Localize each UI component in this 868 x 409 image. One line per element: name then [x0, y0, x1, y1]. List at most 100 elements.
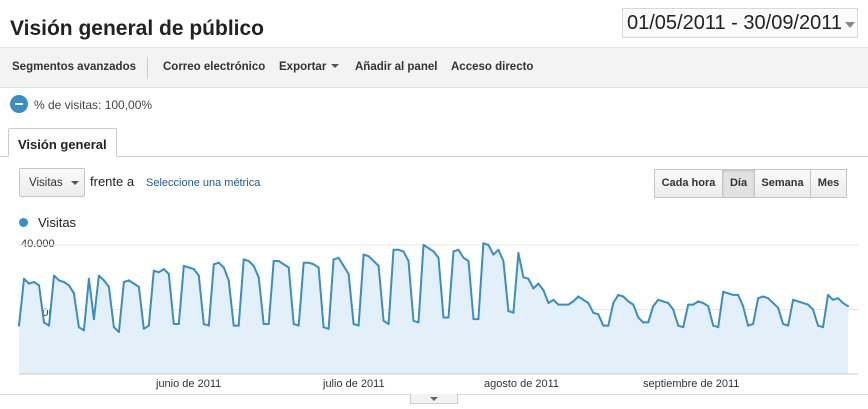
data-point: [312, 263, 315, 266]
data-point: [277, 260, 280, 262]
data-point: [182, 264, 185, 267]
data-point: [72, 292, 75, 295]
data-point: [347, 273, 350, 275]
data-point: [117, 331, 120, 333]
data-point: [682, 326, 685, 329]
data-point: [777, 306, 780, 309]
data-point: [162, 268, 165, 271]
month-button[interactable]: Mes: [810, 169, 847, 198]
data-point: [512, 311, 515, 314]
data-point: [342, 264, 345, 267]
data-point: [782, 323, 785, 325]
data-point: [507, 310, 510, 313]
data-point: [43, 321, 45, 324]
data-point: [437, 256, 440, 259]
compare-label: frente a: [90, 174, 135, 189]
data-point: [577, 295, 580, 298]
export-button[interactable]: Exportar: [279, 61, 340, 73]
data-point: [447, 316, 450, 319]
data-point: [107, 285, 110, 288]
data-point: [792, 298, 795, 301]
day-button[interactable]: Día: [722, 169, 755, 198]
week-button[interactable]: Semana: [754, 169, 811, 198]
data-point: [702, 302, 705, 304]
segment-pie-icon[interactable]: [10, 95, 28, 113]
chart-area: [18, 242, 858, 375]
data-point: [427, 247, 430, 250]
data-point: [562, 303, 565, 306]
data-point: [102, 279, 105, 282]
data-point: [352, 323, 355, 325]
data-point: [837, 297, 839, 300]
data-point: [497, 248, 500, 251]
data-point: [472, 318, 475, 321]
chart-resize-handle[interactable]: [410, 394, 458, 404]
data-point: [227, 279, 230, 282]
data-point: [677, 324, 680, 327]
data-point: [397, 248, 400, 251]
data-point: [122, 281, 125, 283]
data-point: [262, 323, 265, 325]
data-point: [18, 324, 20, 327]
data-point: [332, 258, 335, 261]
data-point: [187, 266, 190, 269]
data-point: [402, 250, 405, 253]
data-point: [622, 295, 625, 298]
shortcut-button[interactable]: Acceso directo: [451, 61, 533, 73]
metric-select[interactable]: Visitas: [19, 168, 85, 197]
data-point: [112, 326, 115, 329]
header: Visión general de público 01/05/2011 - 3…: [0, 0, 868, 47]
email-button[interactable]: Correo electrónico: [163, 61, 265, 73]
data-point: [687, 303, 690, 306]
data-point: [77, 326, 80, 329]
data-point: [302, 261, 305, 264]
data-point: [372, 260, 375, 262]
data-point: [157, 271, 160, 274]
add-to-dashboard-button[interactable]: Añadir al panel: [355, 61, 437, 73]
x-tick-label: septiembre de 2011: [643, 378, 740, 390]
data-point: [132, 282, 135, 285]
data-point: [28, 282, 30, 285]
data-point: [747, 324, 750, 327]
data-point: [322, 326, 325, 329]
tab-overview-label: Visión general: [18, 137, 107, 152]
data-point: [417, 321, 420, 324]
x-tick-label: julio de 2011: [323, 378, 385, 390]
advanced-segments-button[interactable]: Segmentos avanzados: [12, 61, 136, 73]
data-point: [787, 324, 790, 327]
data-point: [392, 248, 395, 251]
data-point: [492, 253, 495, 256]
data-point: [582, 298, 585, 301]
data-point: [177, 323, 180, 325]
data-point: [432, 250, 435, 253]
data-point: [607, 324, 610, 327]
data-point: [58, 279, 60, 282]
data-point: [637, 316, 640, 319]
data-point: [542, 289, 545, 292]
toolbar: Segmentos avanzados Correo electrónico E…: [0, 47, 868, 88]
data-point: [257, 276, 260, 279]
date-range-picker[interactable]: 01/05/2011 - 30/09/2011: [622, 8, 858, 38]
data-point: [632, 303, 635, 306]
data-point: [752, 323, 755, 325]
data-point: [557, 303, 560, 306]
select-metric-link[interactable]: Seleccione una métrica: [146, 177, 260, 189]
data-point: [212, 263, 215, 266]
data-point: [167, 273, 170, 275]
data-point: [737, 293, 740, 296]
tab-overview[interactable]: Visión general: [8, 128, 117, 157]
data-point: [627, 300, 630, 303]
data-point: [282, 263, 285, 266]
data-point: [617, 293, 620, 296]
data-point: [48, 324, 50, 327]
data-point: [847, 305, 849, 308]
data-point: [822, 326, 824, 329]
data-point: [67, 284, 70, 287]
data-point: [382, 319, 385, 322]
hourly-button[interactable]: Cada hora: [654, 169, 723, 198]
data-point: [527, 277, 530, 280]
export-label: Exportar: [279, 61, 327, 73]
data-point: [217, 261, 220, 264]
data-point: [232, 324, 235, 327]
data-point: [307, 261, 310, 264]
